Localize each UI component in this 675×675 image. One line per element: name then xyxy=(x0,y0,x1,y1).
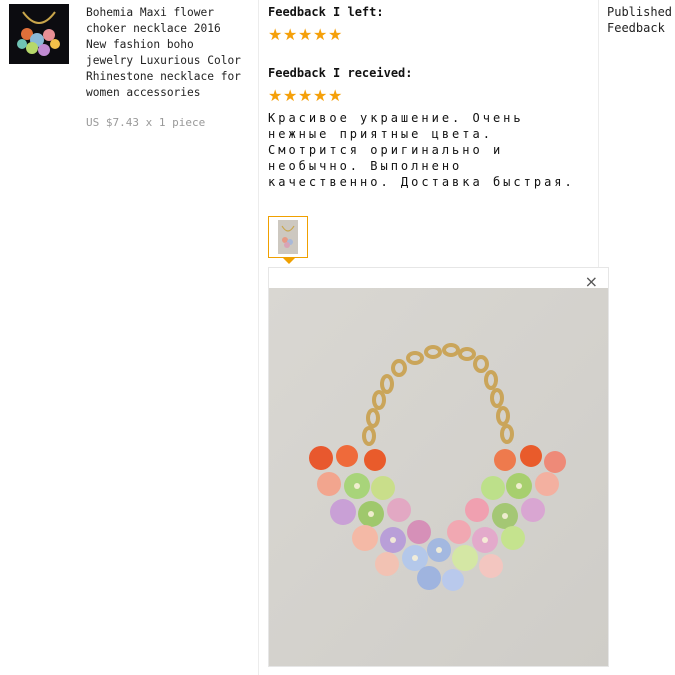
feedback-status: Published Feedback xyxy=(607,4,675,36)
product-thumbnail[interactable] xyxy=(9,4,69,64)
feedback-received-rating: ★ ★ ★ ★ ★ xyxy=(268,86,343,105)
feedback-left-heading: Feedback I left: xyxy=(268,5,384,19)
star-icon: ★ xyxy=(283,86,298,105)
photo-viewer: × xyxy=(268,267,609,667)
necklace-photo-icon xyxy=(269,288,608,666)
star-icon: ★ xyxy=(313,86,328,105)
review-photo-large xyxy=(269,288,608,666)
column-divider xyxy=(258,0,259,675)
star-icon: ★ xyxy=(313,25,328,44)
star-icon: ★ xyxy=(298,86,313,105)
star-icon: ★ xyxy=(283,25,298,44)
star-icon: ★ xyxy=(268,86,283,105)
necklace-icon xyxy=(9,4,69,64)
star-icon: ★ xyxy=(328,25,343,44)
status-line-published: Published xyxy=(607,5,673,19)
status-line-feedback: Feedback xyxy=(607,21,665,35)
star-icon: ★ xyxy=(328,86,343,105)
product-column: Bohemia Maxi flower choker necklace 2016… xyxy=(0,0,258,675)
thumbnail-pointer xyxy=(283,258,295,264)
review-photo-thumbnail[interactable] xyxy=(268,216,308,258)
product-title[interactable]: Bohemia Maxi flower choker necklace 2016… xyxy=(86,5,258,101)
feedback-left-rating: ★ ★ ★ ★ ★ xyxy=(268,25,343,44)
column-divider xyxy=(598,0,599,268)
star-icon: ★ xyxy=(268,25,283,44)
photo-icon xyxy=(278,220,298,254)
feedback-received-heading: Feedback I received: xyxy=(268,66,413,80)
product-price: US $7.43 x 1 piece xyxy=(86,116,206,129)
review-text: Красивое украшение. Очень нежные приятны… xyxy=(268,111,575,189)
star-icon: ★ xyxy=(298,25,313,44)
